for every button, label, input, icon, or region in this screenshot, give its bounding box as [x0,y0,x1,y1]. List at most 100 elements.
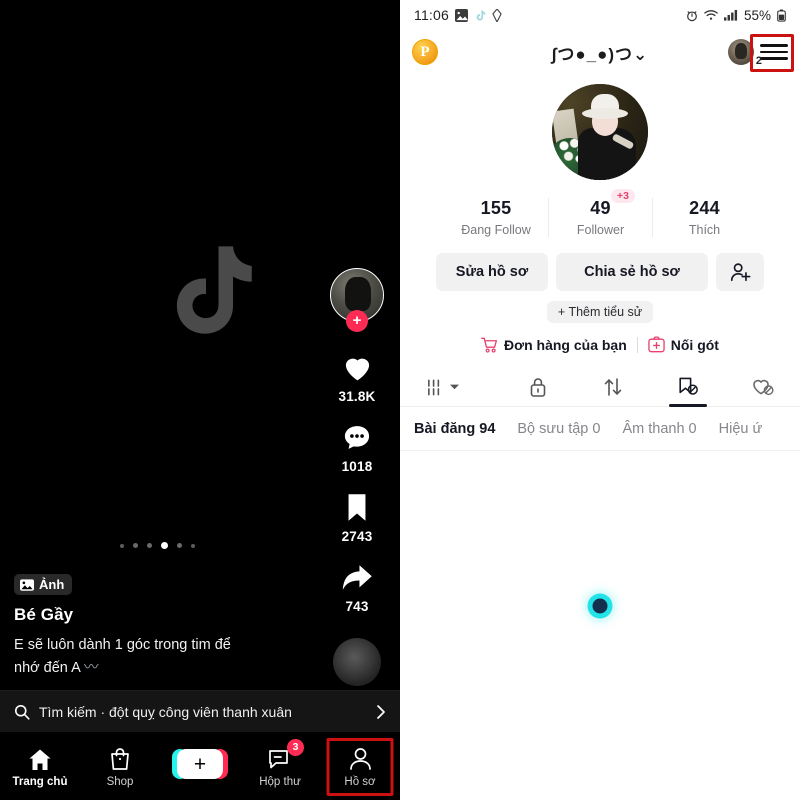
sub-tab-effects[interactable]: Hiệu ứ [719,421,763,437]
lock-icon [528,376,548,398]
share-profile-button[interactable]: Chia sẻ hồ sơ [556,253,708,291]
like-button[interactable]: 31.8K [337,348,377,404]
add-bio-button[interactable]: + Thêm tiểu sử [546,301,654,323]
status-bar-right: 55% [686,8,786,23]
share-button[interactable]: 743 [337,558,377,614]
comment-button[interactable]: 1018 [337,418,377,474]
post-author-name[interactable]: Bé Gầy [14,605,314,625]
grid-icon [426,378,445,396]
tiktok-note-icon [474,9,486,22]
author-avatar-follow[interactable]: + [330,268,384,332]
stat-label: Thích [688,223,721,237]
profile-avatar[interactable] [552,84,648,180]
loading-dot-icon [592,598,608,614]
tiktok-feed-panel: + 31.8K 1018 2743 743 Ảnh Bé Gầy E sẽ lu… [0,0,400,800]
photo-icon [20,579,34,591]
coin-p-icon[interactable]: P [412,39,438,65]
profile-action-buttons: Sửa hồ sơ Chia sẻ hồ sơ [400,253,800,291]
share-count: 743 [345,599,369,614]
quick-links-divider [636,336,638,353]
carousel-dot [119,543,124,548]
person-profile-icon [349,745,372,771]
nav-item-shop[interactable]: Shop [80,732,160,800]
sub-tab-collections[interactable]: Bộ sưu tập 0 [517,421,600,437]
tab-saved-private[interactable] [650,367,725,406]
mini-avatar [728,39,754,65]
chevron-right-icon[interactable] [376,704,386,720]
media-type-label: Ảnh [39,577,65,593]
battery-percent: 55% [743,7,771,23]
stat-following[interactable]: 155 Đang Follow [444,198,548,237]
follow-steps-link[interactable]: Nối gót [648,336,719,353]
diamond-icon [492,8,502,22]
account-count-badge: 2 [755,55,762,67]
inbox-message-icon: 3 [268,738,304,771]
caption-squiggle: 〰 [84,660,98,677]
save-button[interactable]: 2743 [337,488,377,544]
plus-create-icon[interactable]: + [172,749,228,779]
like-count: 31.8K [338,389,376,404]
tab-grid[interactable] [400,367,501,406]
bookmark-slash-icon [677,376,699,398]
media-type-chip[interactable]: Ảnh [14,574,73,596]
tab-liked-private[interactable] [725,367,800,406]
follow-plus-button[interactable]: + [346,310,368,332]
bookmark-icon [337,488,377,526]
share-arrow-icon [337,558,377,596]
tab-private[interactable] [501,367,576,406]
sub-tab-sounds[interactable]: Âm thanh 0 [622,421,696,437]
music-disc-icon[interactable] [333,638,381,686]
avatar-stripe [611,133,635,150]
hamburger-line [760,44,788,47]
carousel-dot [176,543,182,548]
repost-icon [603,376,623,398]
stat-value: 244 [689,198,720,218]
profile-top-bar: P ∫つ●_●)つ⌄ 2 [400,30,800,74]
follow-steps-label: Nối gót [670,336,719,353]
profile-avatar-wrap [400,84,800,180]
status-time: 11:06 [414,7,449,23]
carousel-dot [190,543,195,548]
bottom-navigation: Trang chủ Shop + 3 Hộp thư Hồ sơ [0,732,400,800]
plus-symbol: + [172,749,228,779]
your-orders-link[interactable]: Đơn hàng của bạn [481,337,627,353]
nav-item-home[interactable]: Trang chủ [0,732,80,800]
search-bar[interactable]: Tìm kiếm · đột quỵ công viên thanh xuân [0,690,400,732]
nav-item-create[interactable]: + [160,732,240,800]
carousel-dot [132,543,138,548]
stat-followers[interactable]: +3 49 Follower [548,189,652,237]
search-icon [14,704,30,720]
carousel-dot [146,543,152,548]
heart-slash-icon [752,376,774,398]
caption-line-2: nhớ đến A [14,660,80,677]
nav-item-profile[interactable]: Hồ sơ [320,732,400,800]
add-bio-wrap: + Thêm tiểu sử [400,301,800,323]
tiktok-logo-icon [152,238,260,342]
hamburger-menu-icon[interactable] [760,41,788,63]
stat-value: 155 [480,198,512,218]
wifi-icon [704,9,718,21]
tiktok-profile-panel: 11:06 55% P ∫つ●_●)つ⌄ 2 155 Đang Follow +… [400,0,800,800]
nav-item-inbox[interactable]: 3 Hộp thư [240,732,320,800]
account-switcher[interactable]: 2 [728,39,762,67]
action-rail: + 31.8K 1018 2743 743 [320,268,394,686]
edit-profile-button[interactable]: Sửa hồ sơ [436,253,548,291]
chevron-down-icon[interactable] [449,383,460,391]
caption-line-1: E sẽ luôn dành 1 góc trong tim để [14,637,231,654]
sub-tab-posts[interactable]: Bài đăng 94 [414,421,495,437]
battery-icon [777,9,786,22]
carousel-dot-active [160,542,168,549]
top-bar-right-group: 2 [728,39,788,67]
shopping-cart-icon [481,337,498,353]
hamburger-line [760,50,788,54]
image-icon [455,8,468,22]
tab-repost[interactable] [576,367,651,406]
avatar-bucket-hat [582,94,628,120]
hat-brim [582,108,628,119]
stat-likes[interactable]: 244 Thích [652,198,756,237]
add-box-icon [648,336,665,353]
alarm-icon [686,9,698,22]
profile-content-area [400,451,800,761]
add-person-icon[interactable] [716,253,764,291]
status-bar: 11:06 55% [400,0,800,30]
